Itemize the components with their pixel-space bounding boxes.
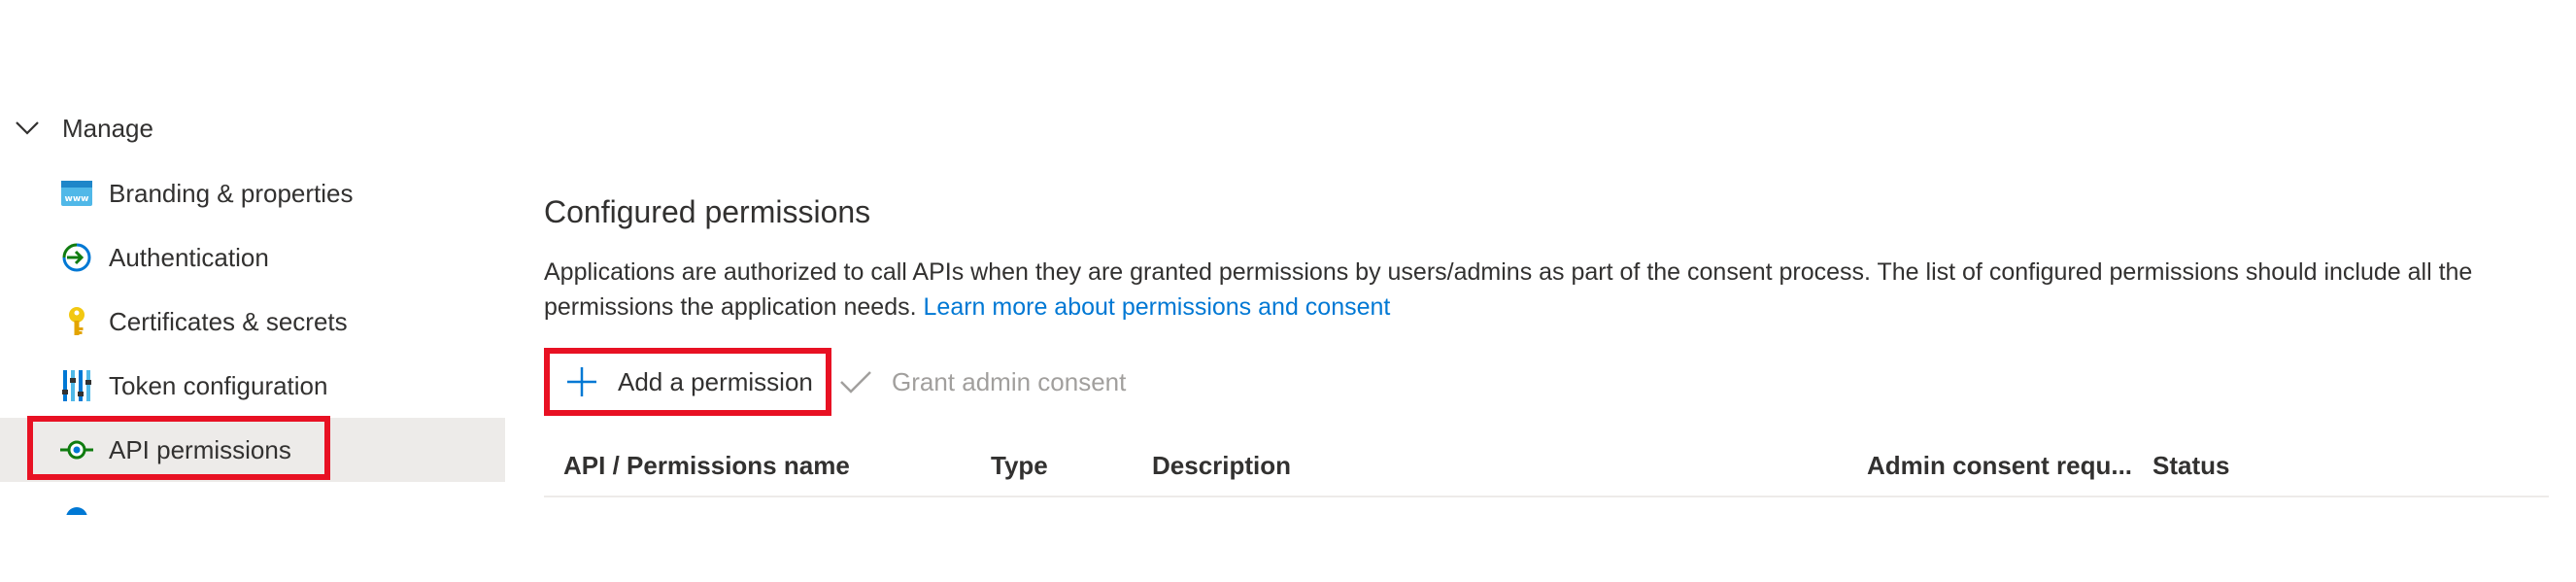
sidebar-item-certificates-secrets[interactable]: Certificates & secrets bbox=[0, 290, 505, 354]
sidebar-item-label: Branding & properties bbox=[109, 178, 354, 208]
column-header-description[interactable]: Description bbox=[1152, 435, 1291, 496]
token-configuration-icon bbox=[60, 369, 93, 402]
sidebar-item-label: Authentication bbox=[109, 242, 269, 272]
page-title: Configured permissions bbox=[544, 194, 871, 229]
key-icon bbox=[60, 305, 93, 338]
grant-admin-consent-label: Grant admin consent bbox=[892, 366, 1127, 396]
manage-group-label: Manage bbox=[62, 113, 153, 143]
sidebar-item-token-configuration[interactable]: Token configuration bbox=[0, 354, 505, 418]
add-permission-button[interactable]: Add a permission bbox=[544, 348, 831, 416]
checkmark-icon bbox=[839, 365, 872, 398]
authentication-icon bbox=[60, 241, 93, 274]
permissions-toolbar: Add a permission Grant admin consent bbox=[544, 348, 1418, 416]
sidebar-nav: Manage www Branding & properties Authent… bbox=[0, 0, 505, 582]
permissions-description: Applications are authorized to call APIs… bbox=[544, 255, 2545, 325]
partial-next-item-icon bbox=[64, 505, 89, 515]
plus-icon bbox=[565, 365, 598, 398]
chevron-down-icon bbox=[14, 115, 41, 142]
grant-admin-consent-button[interactable]: Grant admin consent bbox=[839, 348, 1126, 416]
branding-icon: www bbox=[60, 177, 93, 210]
column-header-status[interactable]: Status bbox=[2152, 435, 2229, 496]
api-permissions-icon bbox=[60, 433, 93, 466]
sidebar-item-label: Token configuration bbox=[109, 370, 328, 400]
sidebar-item-branding[interactable]: www Branding & properties bbox=[0, 161, 505, 225]
column-header-admin-consent-required[interactable]: Admin consent requ... bbox=[1867, 435, 2132, 496]
column-header-api-permissions-name[interactable]: API / Permissions name bbox=[563, 435, 850, 496]
description-text: Applications are authorized to call APIs… bbox=[544, 258, 2473, 321]
learn-more-link[interactable]: Learn more about permissions and consent bbox=[924, 293, 1391, 321]
add-permission-label: Add a permission bbox=[618, 366, 813, 396]
sidebar-item-label: Certificates & secrets bbox=[109, 306, 348, 336]
main-content: Configured permissions Applications are … bbox=[544, 0, 2549, 582]
sidebar-item-label: API permissions bbox=[109, 434, 291, 464]
sidebar-item-api-permissions[interactable]: API permissions bbox=[0, 418, 505, 482]
manage-group-toggle[interactable]: Manage bbox=[14, 105, 153, 152]
column-header-type[interactable]: Type bbox=[991, 435, 1048, 496]
svg-text:www: www bbox=[65, 194, 89, 204]
permissions-table-header: API / Permissions name Type Description … bbox=[544, 435, 2549, 497]
sidebar-item-authentication[interactable]: Authentication bbox=[0, 225, 505, 290]
